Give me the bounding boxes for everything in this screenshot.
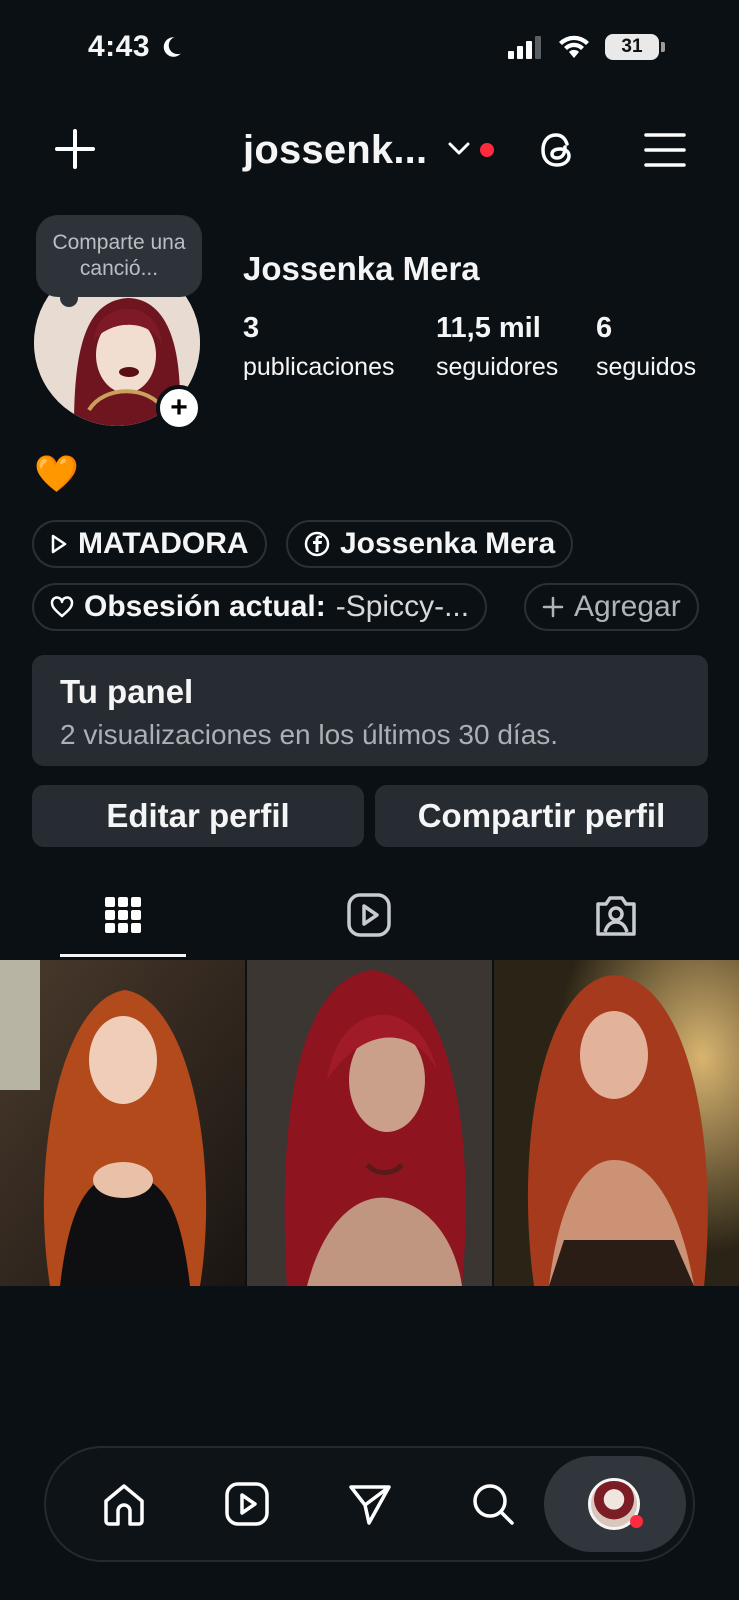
- status-time: 4:43: [88, 30, 184, 64]
- share-profile-button[interactable]: Compartir perfil: [375, 785, 708, 847]
- facebook-icon: [304, 531, 330, 557]
- grid-icon: [105, 897, 141, 933]
- send-icon: [349, 1485, 391, 1525]
- nav-messages[interactable]: [344, 1478, 396, 1530]
- panel-subtitle: 2 visualizaciones en los últimos 30 días…: [60, 719, 559, 750]
- facebook-chip[interactable]: Jossenka Mera: [286, 520, 574, 568]
- stat-followers[interactable]: 11,5 mil seguidores: [436, 312, 558, 382]
- tab-posts[interactable]: [98, 890, 148, 940]
- bio-heart-emoji: 🧡: [34, 453, 79, 494]
- battery-indicator: 31: [605, 34, 665, 60]
- active-tab-indicator: [60, 954, 186, 957]
- nav-notification-dot: [630, 1515, 643, 1528]
- threads-icon[interactable]: [536, 128, 580, 172]
- post-image: [494, 960, 739, 1286]
- status-indicators: 31: [507, 34, 665, 60]
- chevron-down-icon[interactable]: [448, 142, 470, 156]
- edit-profile-button[interactable]: Editar perfil: [32, 785, 364, 847]
- plus-icon: [542, 596, 564, 618]
- account-switcher-username[interactable]: jossenk...: [243, 128, 427, 173]
- stat-following[interactable]: 6 seguidos: [596, 312, 696, 382]
- panel-title: Tu panel: [60, 673, 194, 710]
- notification-dot: [480, 143, 494, 157]
- professional-dashboard[interactable]: Tu panel 2 visualizaciones en los último…: [32, 655, 708, 766]
- music-chip[interactable]: MATADORA: [32, 520, 267, 568]
- post-thumbnail[interactable]: [247, 960, 492, 1286]
- tab-tagged[interactable]: [591, 890, 641, 940]
- nav-search[interactable]: [467, 1478, 519, 1530]
- moon-icon: [163, 37, 181, 57]
- reels-icon: [225, 1482, 269, 1526]
- menu-icon[interactable]: [644, 132, 686, 168]
- home-icon: [104, 1484, 144, 1526]
- wifi-icon: [559, 35, 589, 58]
- signal-icon: [508, 36, 541, 59]
- post-image: [247, 960, 492, 1286]
- tab-reels[interactable]: [344, 890, 394, 940]
- nav-home[interactable]: [98, 1478, 150, 1530]
- create-plus-icon[interactable]: [54, 128, 96, 170]
- reels-icon: [347, 893, 391, 937]
- heart-outline-icon: [50, 596, 74, 618]
- nav-reels[interactable]: [221, 1478, 273, 1530]
- post-thumbnail[interactable]: [0, 960, 245, 1286]
- post-thumbnail[interactable]: [494, 960, 739, 1286]
- search-icon: [473, 1484, 514, 1525]
- profile-full-name: Jossenka Mera: [243, 250, 480, 287]
- add-story-button[interactable]: +: [156, 385, 202, 431]
- play-icon: [51, 534, 67, 554]
- post-image: [0, 960, 245, 1286]
- obsession-chip[interactable]: Obsesión actual: -Spiccy-...: [32, 583, 488, 631]
- stat-posts[interactable]: 3 publicaciones: [243, 312, 395, 382]
- add-link-chip[interactable]: Agregar: [524, 583, 699, 631]
- note-bubble[interactable]: Comparte una canció...: [36, 215, 202, 307]
- tagged-icon: [596, 896, 636, 936]
